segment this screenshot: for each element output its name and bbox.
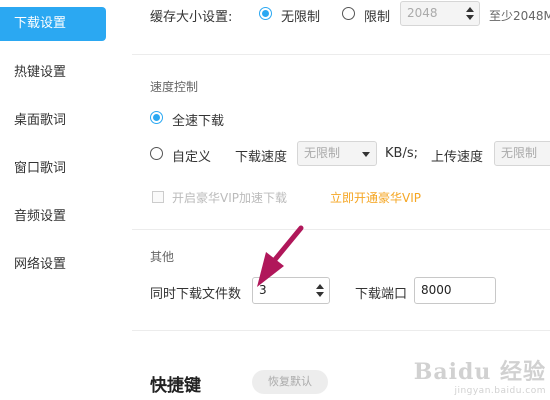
baidu-jingyan-watermark: Baidu 经验 jingyan.baidu.com [414, 354, 546, 396]
annotation-arrow-icon [257, 225, 304, 287]
watermark-url: jingyan.baidu.com [454, 386, 546, 396]
watermark-logo: Baidu 经验 [413, 359, 546, 385]
